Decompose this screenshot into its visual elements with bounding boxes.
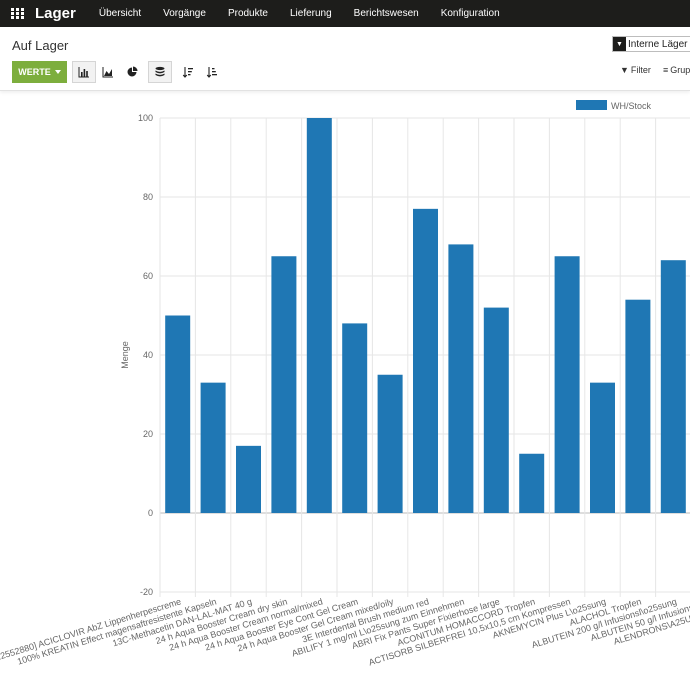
- y-tick-label: 60: [143, 271, 153, 281]
- stacked-button[interactable]: [148, 61, 172, 83]
- stack-icon: [155, 66, 165, 77]
- bar: [165, 315, 191, 513]
- menu-item-delivery[interactable]: Lieferung: [279, 8, 343, 19]
- bar-chart-button[interactable]: [72, 61, 96, 83]
- menu-item-configuration[interactable]: Konfiguration: [430, 8, 511, 19]
- group-by-button[interactable]: ≡ Grup: [663, 65, 690, 75]
- search-facet: ▼ Interne Läger ×: [612, 36, 690, 52]
- menu-item-products[interactable]: Produkte: [217, 8, 279, 19]
- bar: [660, 260, 686, 513]
- caret-down-icon: [54, 70, 61, 74]
- bar: [413, 208, 438, 513]
- area-chart-icon: [102, 67, 113, 78]
- control-panel: Auf Lager ▼ Interne Läger × WERTE: [0, 27, 690, 91]
- bar: [377, 374, 403, 513]
- bar: [483, 307, 509, 513]
- bar: [236, 445, 261, 513]
- y-axis-title: Menge: [120, 341, 130, 369]
- y-tick-label: 40: [143, 350, 153, 360]
- bar: [554, 256, 580, 513]
- y-tick-label: 100: [138, 113, 153, 123]
- line-chart-button[interactable]: [96, 61, 120, 83]
- filter-button[interactable]: ▼ Filter: [620, 65, 651, 75]
- group-icon: ≡: [663, 65, 669, 75]
- filter-icon: ▼: [620, 65, 629, 75]
- filter-button-label: Filter: [630, 65, 651, 75]
- top-navbar: Lager Übersicht Vorgänge Produkte Liefer…: [0, 0, 690, 27]
- facet-label: Interne Läger: [628, 38, 688, 50]
- filter-icon: ▼: [613, 37, 626, 51]
- bar: [342, 323, 368, 513]
- breadcrumb: Auf Lager: [12, 38, 69, 53]
- y-tick-label: 80: [143, 192, 153, 202]
- bar: [590, 382, 615, 513]
- graph-view: -20 0 20 40 60 80 100 Menge [12552880] ACICLOVIR…: [0, 92, 690, 690]
- legend-label: WH/Stock: [611, 101, 652, 111]
- sort-ascending-button[interactable]: [200, 61, 224, 83]
- sort-asc-icon: [206, 67, 217, 78]
- bar: [448, 244, 474, 513]
- bar: [200, 382, 226, 513]
- apps-grid-icon[interactable]: [11, 8, 24, 19]
- bar: [625, 299, 651, 513]
- menu-item-overview[interactable]: Übersicht: [88, 8, 152, 19]
- app-brand[interactable]: Lager: [35, 5, 76, 22]
- sort-desc-icon: [182, 67, 193, 78]
- y-tick-label: 0: [148, 508, 153, 518]
- measures-button-label: WERTE: [18, 67, 51, 77]
- bar-chart-icon: [78, 67, 89, 78]
- bar: [306, 118, 332, 513]
- group-button-label: Grup: [670, 65, 690, 75]
- measures-button[interactable]: WERTE: [12, 61, 67, 83]
- bar: [519, 453, 545, 513]
- bar-chart: -20020406080100Menge[12552880] ACICLOVIR…: [0, 100, 690, 667]
- menu-item-reporting[interactable]: Berichtswesen: [343, 8, 430, 19]
- pie-chart-icon: [127, 66, 138, 77]
- y-tick-label: -20: [140, 587, 153, 597]
- legend-swatch: [576, 100, 607, 110]
- y-tick-label: 20: [143, 429, 153, 439]
- pie-chart-button[interactable]: [120, 61, 144, 83]
- menu-item-operations[interactable]: Vorgänge: [152, 8, 217, 19]
- bar: [271, 256, 297, 513]
- sort-descending-button[interactable]: [176, 61, 200, 83]
